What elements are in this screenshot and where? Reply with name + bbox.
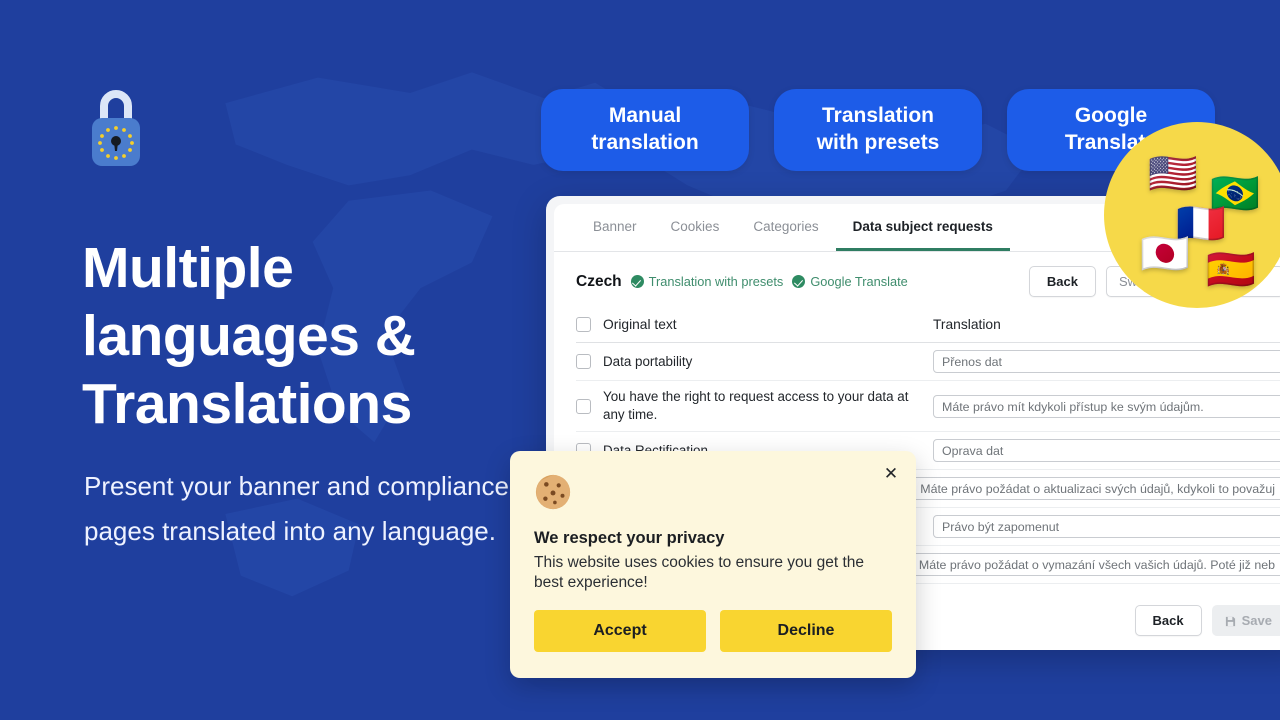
cookie-icon — [534, 473, 892, 519]
translation-input[interactable]: Oprava dat — [933, 439, 1280, 462]
table-row: Data portability Přenos dat — [576, 343, 1280, 381]
check-circle-icon — [792, 275, 806, 288]
check-circle-icon — [630, 275, 644, 288]
decline-button[interactable]: Decline — [720, 610, 892, 652]
original-text: Data portability — [603, 353, 693, 369]
table-row: You have the right to request access to … — [576, 381, 1280, 432]
table-header-row: Original text Translation — [576, 307, 1280, 343]
translation-input[interactable]: Máte právo požádat o vymazání všech vaši… — [909, 553, 1280, 576]
badge-label: Translation with presets — [648, 274, 784, 289]
cookie-banner-actions: Accept Decline — [534, 610, 892, 652]
tab-cookies[interactable]: Cookies — [654, 204, 737, 251]
gdpr-padlock-icon — [88, 78, 144, 170]
tab-banner[interactable]: Banner — [576, 204, 654, 251]
pill-manual-translation[interactable]: Manual translation — [541, 89, 749, 171]
column-header-translation: Translation — [933, 316, 1001, 332]
save-label: Save — [1241, 613, 1272, 628]
close-icon[interactable]: ✕ — [882, 465, 900, 483]
floppy-disk-icon — [1225, 615, 1236, 627]
feature-pills: Manual translation Translation with pres… — [541, 89, 1215, 171]
app-footer: Back Save — [1134, 605, 1280, 636]
row-checkbox[interactable] — [576, 398, 591, 414]
pill-translation-with-presets[interactable]: Translation with presets — [774, 89, 982, 171]
translation-input[interactable]: Právo být zapomenut — [933, 515, 1280, 538]
page-title: Multiple languages & Translations — [82, 236, 416, 436]
language-name: Czech — [576, 272, 622, 290]
flag-spain: 🇪🇸 — [1206, 248, 1256, 292]
tab-categories[interactable]: Categories — [736, 204, 835, 251]
page-subtitle: Present your banner and compliance pages… — [84, 471, 509, 546]
translation-input[interactable]: Máte právo požádat o aktualizaci svých ú… — [911, 477, 1280, 500]
badge-label: Google Translate — [810, 274, 908, 289]
row-checkbox[interactable] — [576, 354, 591, 369]
translation-input[interactable]: Máte právo mít kdykoli přístup ke svým ú… — [933, 394, 1280, 418]
flag-japan: 🇯🇵 — [1140, 232, 1190, 276]
cookie-banner-text: This website uses cookies to ensure you … — [534, 554, 864, 591]
select-all-checkbox[interactable] — [576, 317, 591, 332]
cookie-consent-banner: ✕ We respect your privacy This website u… — [510, 451, 916, 678]
original-text: You have the right to request access to … — [603, 389, 909, 422]
badge-google-translate: Google Translate — [792, 274, 908, 289]
cookie-banner-title: We respect your privacy — [534, 529, 725, 547]
tab-data-subject-requests[interactable]: Data subject requests — [835, 204, 1010, 251]
back-button-top[interactable]: Back — [1028, 266, 1096, 297]
back-button-footer[interactable]: Back — [1134, 605, 1202, 636]
badge-translation-with-presets: Translation with presets — [630, 274, 784, 289]
accept-button[interactable]: Accept — [534, 610, 706, 652]
column-header-original: Original text — [603, 316, 677, 332]
flag-united-states: 🇺🇸 — [1148, 152, 1198, 196]
flags-circle: 🇺🇸 🇧🇷 🇫🇷 🇯🇵 🇪🇸 — [1104, 122, 1280, 308]
save-button[interactable]: Save — [1211, 605, 1280, 636]
translation-input[interactable]: Přenos dat — [933, 350, 1280, 373]
